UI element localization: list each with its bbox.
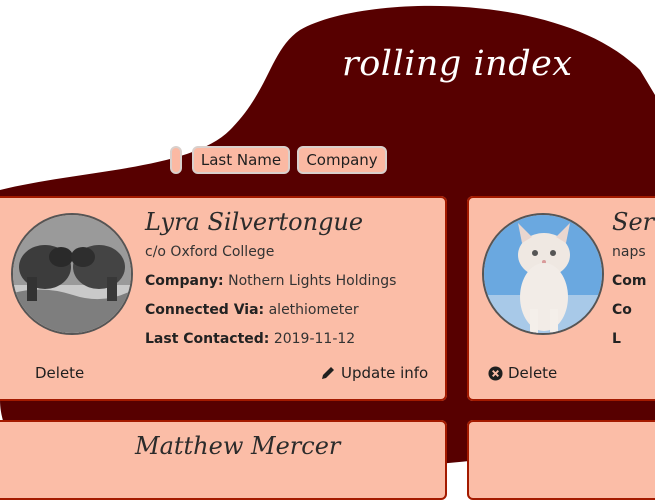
sort-last-name-button[interactable]: Last Name bbox=[192, 146, 290, 174]
last-contacted-value: 2019-11-12 bbox=[273, 331, 356, 347]
contact-name: Ser bbox=[612, 208, 655, 236]
contact-last-contacted: L bbox=[612, 331, 621, 347]
avatar bbox=[11, 213, 133, 335]
contact-card: Ser naps Com Co L Delete bbox=[467, 196, 655, 401]
connected-label: Connected Via: bbox=[145, 302, 265, 318]
contact-card: Matthew Mercer bbox=[0, 420, 447, 500]
update-info-button[interactable]: Update info bbox=[320, 364, 428, 382]
contact-company: Com bbox=[612, 273, 646, 289]
last-contacted-label: Last Contacted: bbox=[145, 331, 270, 347]
delete-button[interactable]: Delete bbox=[35, 364, 84, 382]
sort-first-name-button[interactable] bbox=[170, 146, 182, 174]
last-contacted-label: L bbox=[612, 331, 621, 347]
update-info-label: Update info bbox=[341, 364, 429, 382]
connected-label: Co bbox=[612, 302, 632, 318]
contact-connected-via: Co bbox=[612, 302, 632, 318]
contact-name: Lyra Silvertongue bbox=[145, 208, 364, 236]
bears-photo bbox=[13, 215, 131, 333]
contact-last-contacted: Last Contacted: 2019-11-12 bbox=[145, 331, 355, 347]
contact-address: naps bbox=[612, 244, 646, 260]
delete-button[interactable]: Delete bbox=[488, 364, 557, 382]
contact-connected-via: Connected Via: alethiometer bbox=[145, 302, 359, 318]
contact-address: c/o Oxford College bbox=[145, 244, 275, 260]
contact-card bbox=[467, 420, 655, 500]
company-value: Nothern Lights Holdings bbox=[228, 273, 397, 289]
contact-card: Lyra Silvertongue c/o Oxford College Com… bbox=[0, 196, 447, 401]
contact-name: Matthew Mercer bbox=[135, 432, 341, 460]
app-title: rolling index bbox=[342, 44, 573, 84]
x-circle-icon bbox=[488, 365, 503, 381]
pencil-icon bbox=[322, 367, 334, 379]
kitten-photo bbox=[484, 215, 602, 333]
delete-label: Delete bbox=[508, 364, 558, 382]
connected-value: alethiometer bbox=[268, 302, 359, 318]
company-label: Com bbox=[612, 273, 647, 289]
sort-company-button[interactable]: Company bbox=[297, 146, 387, 174]
delete-label: Delete bbox=[35, 364, 85, 382]
contact-company: Company: Nothern Lights Holdings bbox=[145, 273, 396, 289]
avatar bbox=[482, 213, 604, 335]
company-label: Company: bbox=[145, 273, 224, 289]
